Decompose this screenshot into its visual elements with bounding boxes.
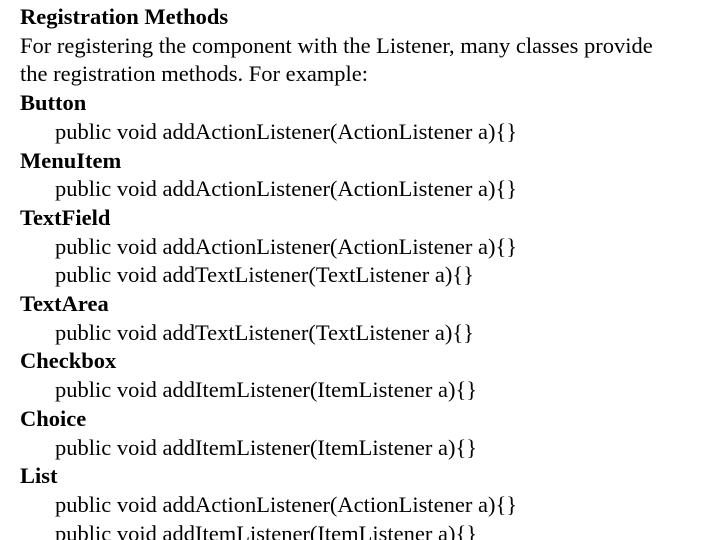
class-heading: MenuItem [20,147,122,173]
method-signature-line: public void addItemListener(ItemListener… [55,434,478,460]
method-signature-line: public void addItemListener(ItemListener… [55,377,478,403]
slide-page: Registration Methods For registering the … [0,0,720,540]
page-title: Registration Methods [20,4,229,29]
class-heading: Checkbox [20,348,117,374]
body-line: the registration methods. For example: [20,61,369,87]
body-line: For registering the component with the L… [20,32,653,58]
class-heading: Choice [20,405,87,431]
slide-text-content: Registration Methods For registering the … [0,3,720,540]
class-heading: TextField [20,204,111,230]
class-heading: List [20,463,58,489]
method-signature-line: public void addActionListener(ActionList… [55,233,518,259]
method-signature-line: public void addActionListener(ActionList… [55,118,518,144]
class-heading: TextArea [20,291,109,317]
method-signature-line: public void addTextListener(TextListener… [55,319,474,345]
class-heading: Button [20,90,87,116]
method-signature-line: public void addItemListener(ItemListener… [55,520,478,540]
method-signature-line: public void addActionListener(ActionList… [55,491,518,517]
method-signature-line: public void addTextListener(TextListener… [55,262,474,288]
method-signature-line: public void addActionListener(ActionList… [55,176,518,202]
